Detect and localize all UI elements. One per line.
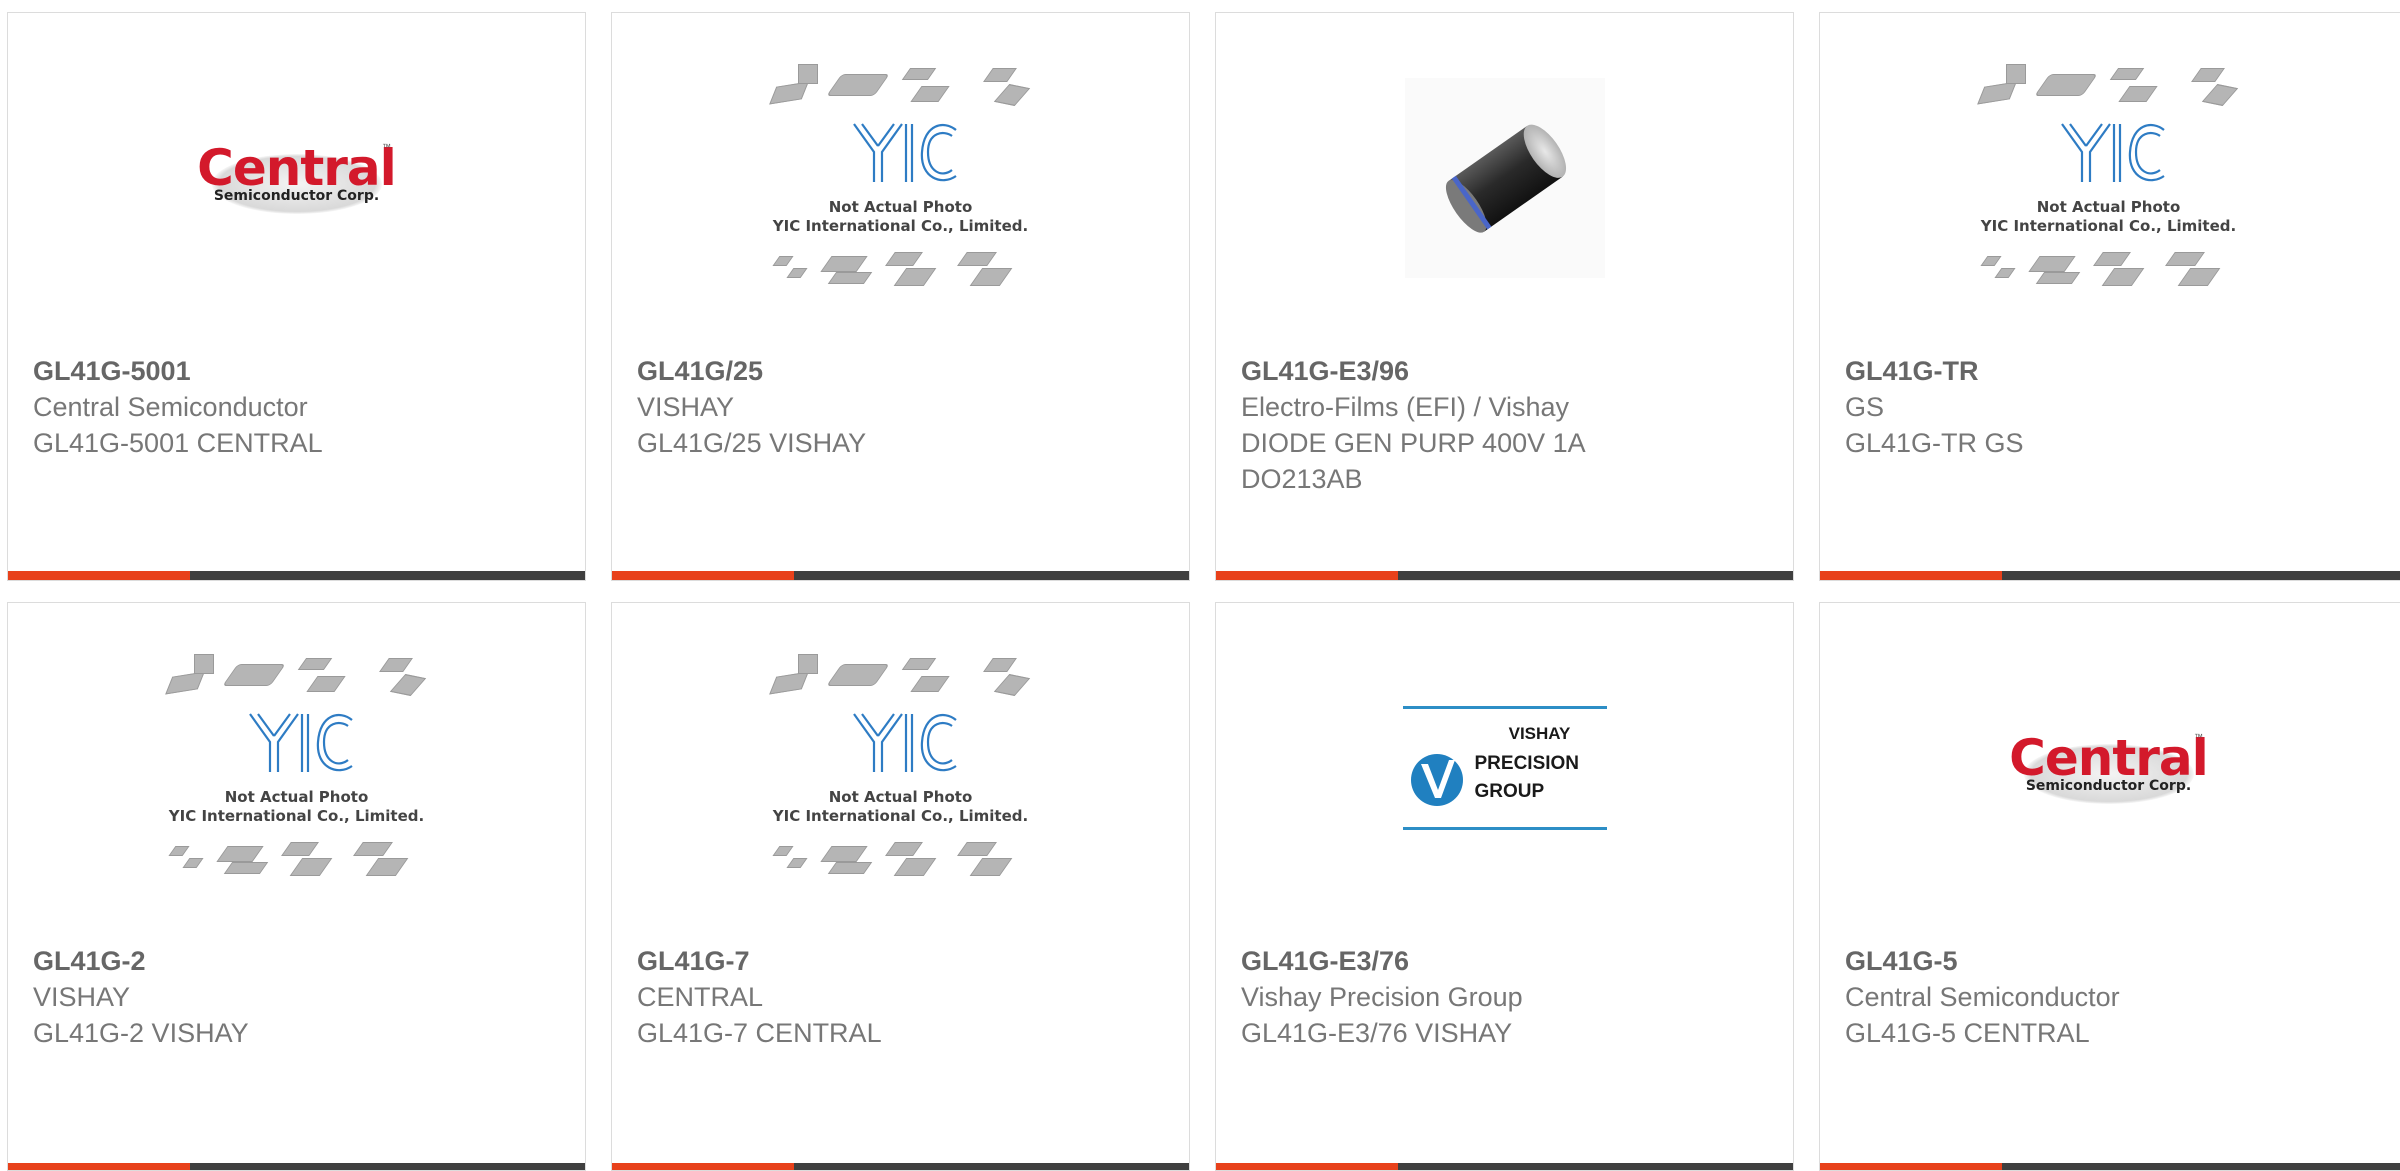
vishay-precision-group-logo: VISHAY PRECISION GROUP <box>1402 706 1607 830</box>
manufacturer: VISHAY <box>33 982 131 1012</box>
part-number[interactable]: GL41G-5001 <box>33 353 565 389</box>
product-card[interactable]: Central ™ Semiconductor Corp. GL41G-5 Ce… <box>1819 602 2400 1171</box>
yic-placeholder-image: Not Actual Photo YIC International Co., L… <box>766 58 1036 298</box>
product-card[interactable]: Not Actual Photo YIC International Co., L… <box>611 602 1190 1171</box>
product-card[interactable]: Central ™ Semiconductor Corp. GL41G-5001… <box>7 12 586 581</box>
manufacturer: Central Semiconductor <box>1845 982 2120 1012</box>
description: DIODE GEN PURP 400V 1A DO213AB <box>1241 428 1585 494</box>
product-image[interactable]: Central ™ Semiconductor Corp. <box>1820 603 2397 933</box>
yic-logo-mark <box>248 713 353 772</box>
product-image[interactable]: Not Actual Photo YIC International Co., L… <box>8 603 585 933</box>
description: GL41G/25 VISHAY <box>637 428 867 458</box>
manufacturer: Vishay Precision Group <box>1241 982 1523 1012</box>
product-image[interactable] <box>1216 13 1793 343</box>
part-number[interactable]: GL41G-5 <box>1845 943 2383 979</box>
central-semiconductor-logo: Central ™ Semiconductor Corp. <box>194 138 399 218</box>
card-footer-bar <box>1820 571 2400 580</box>
manufacturer: CENTRAL <box>637 982 764 1012</box>
yic-placeholder-image: Not Actual Photo YIC International Co., L… <box>162 648 432 888</box>
part-number[interactable]: GL41G-E3/76 <box>1241 943 1773 979</box>
manufacturer: VISHAY <box>637 392 735 422</box>
yic-logo-mark <box>852 713 957 772</box>
description: GL41G-7 CENTRAL <box>637 1018 882 1048</box>
card-footer-bar <box>612 1163 1189 1170</box>
card-footer-bar <box>1216 571 1793 580</box>
description: GL41G-5001 CENTRAL <box>33 428 323 458</box>
manufacturer: Electro-Films (EFI) / Vishay <box>1241 392 1570 422</box>
product-card[interactable]: Not Actual Photo YIC International Co., L… <box>611 12 1190 581</box>
yic-logo-mark <box>2060 123 2165 182</box>
product-card[interactable]: GL41G-E3/96 Electro-Films (EFI) / Vishay… <box>1215 12 1794 581</box>
product-image[interactable]: Not Actual Photo YIC International Co., L… <box>612 13 1189 343</box>
card-footer-bar <box>612 571 1189 580</box>
product-card[interactable]: Not Actual Photo YIC International Co., L… <box>7 602 586 1171</box>
product-image[interactable]: VISHAY PRECISION GROUP <box>1216 603 1793 933</box>
description: GL41G-TR GS <box>1845 428 2024 458</box>
part-number[interactable]: GL41G-7 <box>637 943 1169 979</box>
diode-photo <box>1404 78 1605 278</box>
vishay-v-icon <box>1410 754 1463 806</box>
manufacturer: Central Semiconductor <box>33 392 308 422</box>
description: GL41G-2 VISHAY <box>33 1018 249 1048</box>
product-image[interactable]: Central ™ Semiconductor Corp. <box>8 13 585 343</box>
card-footer-bar <box>8 571 585 580</box>
yic-placeholder-image: Not Actual Photo YIC International Co., L… <box>1974 58 2244 298</box>
product-image[interactable]: Not Actual Photo YIC International Co., L… <box>612 603 1189 933</box>
part-number[interactable]: GL41G-TR <box>1845 353 2383 389</box>
product-grid: Central ™ Semiconductor Corp. GL41G-5001… <box>0 0 2400 1171</box>
central-semiconductor-logo: Central ™ Semiconductor Corp. <box>2006 728 2211 808</box>
card-footer-bar <box>8 1163 585 1170</box>
product-card[interactable]: VISHAY PRECISION GROUP GL41G-E3/76 Visha… <box>1215 602 1794 1171</box>
yic-placeholder-image: Not Actual Photo YIC International Co., L… <box>766 648 1036 888</box>
card-footer-bar <box>1216 1163 1793 1170</box>
part-number[interactable]: GL41G-E3/96 <box>1241 353 1773 389</box>
part-number[interactable]: GL41G/25 <box>637 353 1169 389</box>
description: GL41G-5 CENTRAL <box>1845 1018 2090 1048</box>
card-footer-bar <box>1820 1163 2400 1170</box>
product-card[interactable]: Not Actual Photo YIC International Co., L… <box>1819 12 2400 581</box>
part-number[interactable]: GL41G-2 <box>33 943 565 979</box>
product-image[interactable]: Not Actual Photo YIC International Co., L… <box>1820 13 2397 343</box>
yic-logo-mark <box>852 123 957 182</box>
manufacturer: GS <box>1845 392 1885 422</box>
description: GL41G-E3/76 VISHAY <box>1241 1018 1513 1048</box>
